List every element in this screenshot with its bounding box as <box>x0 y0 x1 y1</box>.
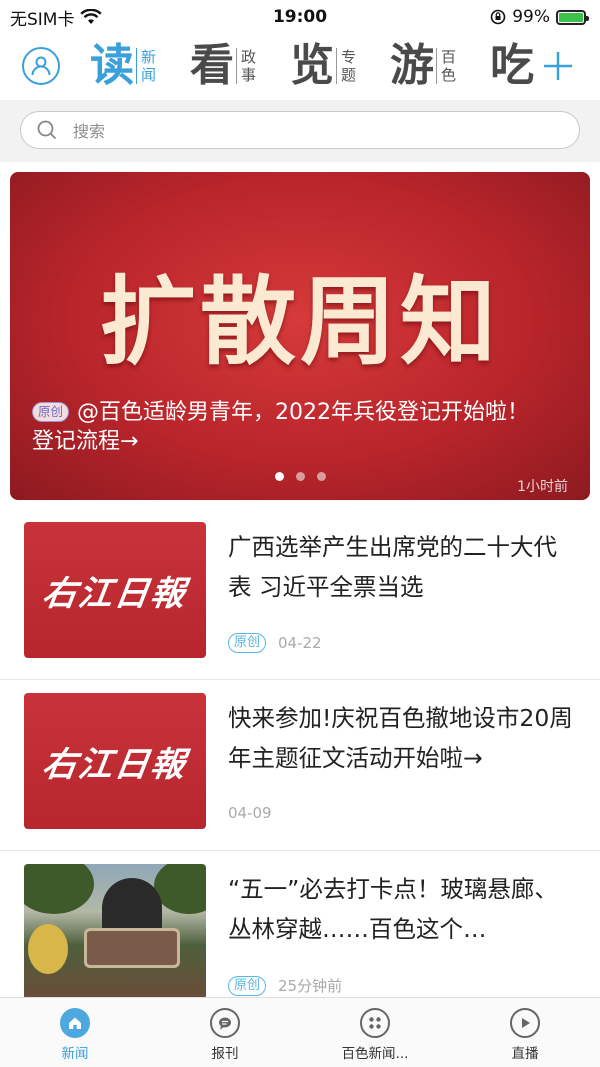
original-badge: 原创 <box>32 402 70 422</box>
user-avatar-button[interactable] <box>22 47 60 85</box>
carrier-label: 无SIM卡 <box>10 9 75 30</box>
status-right: 99% <box>490 7 589 27</box>
carousel-dot[interactable] <box>295 472 305 481</box>
newspaper-logo-text: 右江日報 <box>39 573 190 614</box>
channel-subtitle-char: 事 <box>241 66 257 84</box>
channel-tab-subtitle: 新闻 <box>136 48 156 84</box>
wifi-icon <box>80 9 103 24</box>
news-date: 04-22 <box>278 634 322 652</box>
channel-tab-1[interactable]: 看政事 <box>190 44 256 88</box>
add-channel-icon[interactable] <box>538 46 578 86</box>
home-icon <box>60 1008 90 1038</box>
tab-play[interactable]: 直播 <box>450 998 600 1067</box>
channel-tabs: 读新闻看政事览专题游百色吃 <box>90 34 540 98</box>
news-date: 04-09 <box>228 804 272 822</box>
status-left: 无SIM卡 <box>10 5 103 30</box>
search-icon <box>37 120 57 140</box>
photo-drum <box>84 928 180 968</box>
tab-chat[interactable]: 报刊 <box>150 998 300 1067</box>
news-thumbnail <box>24 864 206 1000</box>
battery-fill <box>559 12 583 22</box>
news-date: 25分钟前 <box>278 977 343 995</box>
grid-icon <box>360 1008 390 1038</box>
news-title: 广西选举产生出席党的二十大代表 习近平全票当选 <box>228 533 557 601</box>
battery-icon <box>556 9 589 25</box>
orientation-lock-icon <box>490 9 506 25</box>
user-icon <box>31 56 51 76</box>
channel-tab-main-char: 看 <box>190 40 234 91</box>
scenic-photo <box>24 864 206 1000</box>
news-title: “五一”必去打卡点！玻璃悬廊、丛林穿越……百色这个… <box>228 875 558 943</box>
carousel-dot[interactable] <box>274 472 284 481</box>
photo-flower <box>28 924 68 974</box>
photo-tree <box>24 864 94 914</box>
tab-label: 新闻 <box>61 1046 89 1062</box>
channel-tab-main-char: 游 <box>390 40 434 91</box>
tab-home[interactable]: 新闻 <box>0 998 150 1067</box>
original-badge: 原创 <box>228 975 267 996</box>
channel-tab-4[interactable]: 吃 <box>490 40 534 91</box>
news-item[interactable]: 右江日報 广西选举产生出席党的二十大代表 习近平全票当选原创 04-22 <box>0 509 600 680</box>
channel-subtitle-char: 题 <box>341 66 357 84</box>
channel-subtitle-char: 百 <box>441 48 457 66</box>
featured-banner[interactable]: 扩散周知 原创 @百色适龄男青年，2022年兵役登记开始啦！登记流程→ 1小时前 <box>10 172 590 500</box>
tab-label: 报刊 <box>211 1046 239 1062</box>
news-meta: 04-09 <box>228 804 272 822</box>
news-meta: 原创 04-22 <box>228 633 322 653</box>
news-item[interactable]: 右江日報 快来参加!庆祝百色撤地设市20周年主题征文活动开始啦→ 04-09 <box>0 680 600 851</box>
news-thumbnail: 右江日報 <box>24 693 206 829</box>
channel-subtitle-char: 专 <box>341 48 357 66</box>
channel-tab-subtitle: 百色 <box>436 48 456 84</box>
channel-subtitle-char: 政 <box>241 48 257 66</box>
channel-subtitle-char: 闻 <box>141 66 157 84</box>
banner-headline: 扩散周知 <box>100 265 500 378</box>
news-thumbnail: 右江日報 <box>24 522 206 658</box>
channel-tab-0[interactable]: 读新闻 <box>90 44 156 88</box>
carousel-dots <box>10 472 590 481</box>
carousel-dot[interactable] <box>316 472 326 481</box>
banner-caption-text: @百色适龄男青年，2022年兵役登记开始啦！登记流程→ <box>32 400 530 454</box>
battery-percent: 99% <box>512 7 550 27</box>
status-bar: 无SIM卡 19:00 99% <box>0 0 600 34</box>
newspaper-logo-image: 右江日報 <box>24 693 206 829</box>
tab-label: 直播 <box>511 1046 539 1062</box>
bottom-tab-bar: 新闻 报刊 百色新闻... 直播 <box>0 997 600 1067</box>
tab-grid[interactable]: 百色新闻... <box>300 998 450 1067</box>
channel-subtitle-char: 色 <box>441 66 457 84</box>
search-placeholder: 搜索 <box>73 122 106 141</box>
channel-tab-main-char: 吃 <box>490 40 534 91</box>
search-area: 搜索 <box>0 100 600 162</box>
tab-label: 百色新闻... <box>341 1046 409 1062</box>
play-icon <box>510 1008 540 1038</box>
news-title: 快来参加!庆祝百色撤地设市20周年主题征文活动开始啦→ <box>228 704 573 772</box>
search-input[interactable]: 搜索 <box>20 111 580 149</box>
channel-tab-subtitle: 政事 <box>236 48 256 84</box>
top-nav: 读新闻看政事览专题游百色吃 <box>0 34 600 98</box>
original-badge: 原创 <box>228 633 267 653</box>
channel-tab-main-char: 读 <box>90 40 134 91</box>
newspaper-logo-text: 右江日報 <box>39 744 190 785</box>
banner-caption: 原创 @百色适龄男青年，2022年兵役登记开始啦！登记流程→ <box>32 398 550 456</box>
newspaper-logo-image: 右江日報 <box>24 522 206 658</box>
channel-tab-main-char: 览 <box>290 40 334 91</box>
channel-subtitle-char: 新 <box>141 48 157 66</box>
channel-tab-subtitle: 专题 <box>336 48 356 84</box>
news-meta: 原创 25分钟前 <box>228 975 342 996</box>
chat-icon <box>210 1008 240 1038</box>
channel-tab-3[interactable]: 游百色 <box>390 44 456 88</box>
banner-time: 1小时前 <box>517 479 568 495</box>
channel-tab-2[interactable]: 览专题 <box>290 44 356 88</box>
